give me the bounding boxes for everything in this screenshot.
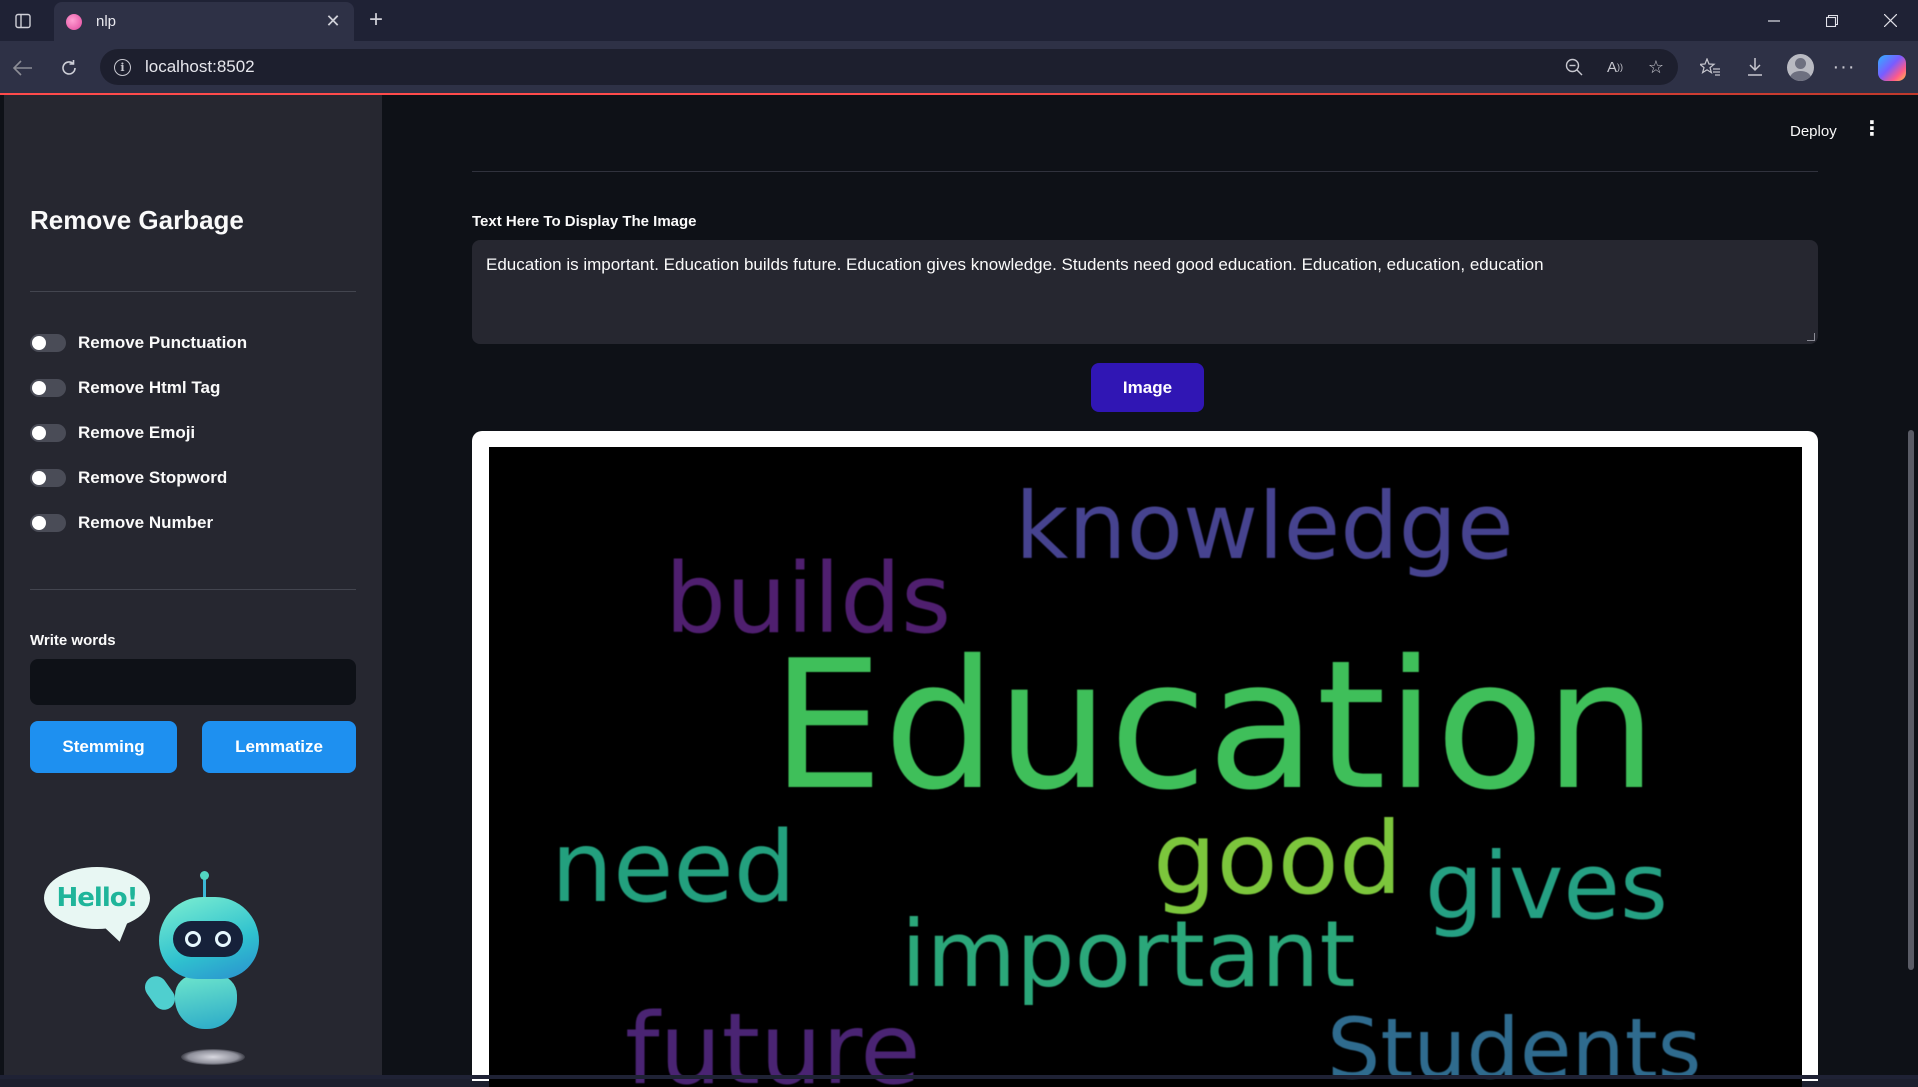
url-field[interactable]: i localhost:8502 [100, 49, 1678, 85]
divider [472, 171, 1818, 172]
toggle-label: Remove Number [78, 513, 214, 532]
browser-tab[interactable]: nlp ✕ [54, 2, 354, 41]
image-button[interactable]: Image [1091, 363, 1204, 412]
wordcloud-word: knowledge [1015, 473, 1514, 580]
write-words-label: Write words [30, 632, 116, 649]
minimize-icon[interactable] [1746, 0, 1802, 41]
window-bottom-edge [0, 1075, 1918, 1079]
toggle-remove-stopword[interactable]: Remove Stopword [30, 468, 227, 488]
toggle-switch[interactable] [30, 379, 66, 397]
close-icon[interactable]: ✕ [324, 11, 342, 32]
wordcloud-word: important [901, 901, 1356, 1008]
resize-handle-icon[interactable] [1807, 333, 1815, 341]
toggle-label: Remove Html Tag [78, 378, 221, 397]
plus-icon[interactable]: + [362, 6, 390, 34]
page-scrollbar[interactable] [1908, 430, 1914, 970]
more-icon[interactable]: ··· [1830, 53, 1858, 81]
brain-icon [66, 13, 82, 30]
profile-icon[interactable] [1787, 54, 1814, 81]
reload-icon[interactable] [54, 53, 84, 83]
sidebar-toggle-icon[interactable] [0, 0, 46, 41]
text-area-value: Education is important. Education builds… [486, 255, 1544, 274]
sidebar: Remove Garbage Remove Punctuation Remove… [4, 95, 382, 1075]
wordcloud-word: need [551, 811, 796, 925]
toggle-switch[interactable] [30, 514, 66, 532]
toggle-remove-punctuation[interactable]: Remove Punctuation [30, 333, 247, 353]
app-container: Remove Garbage Remove Punctuation Remove… [0, 95, 1918, 1087]
star-icon[interactable]: ☆ [1642, 53, 1670, 81]
copilot-icon[interactable] [1878, 55, 1906, 81]
toggle-switch[interactable] [30, 334, 66, 352]
text-area-label: Text Here To Display The Image [472, 213, 697, 230]
address-bar: i localhost:8502 A)) ☆ ··· [0, 41, 1918, 93]
wordcloud-word: Education [771, 622, 1658, 829]
divider [30, 291, 356, 292]
toggle-remove-number[interactable]: Remove Number [30, 513, 213, 533]
favorites-icon[interactable] [1696, 53, 1724, 81]
toggle-remove-html-tag[interactable]: Remove Html Tag [30, 378, 220, 398]
toggle-remove-emoji[interactable]: Remove Emoji [30, 423, 195, 443]
read-aloud-icon[interactable]: A)) [1601, 53, 1629, 81]
deploy-button[interactable]: Deploy [1790, 123, 1837, 140]
stemming-button[interactable]: Stemming [30, 721, 177, 773]
toggle-switch[interactable] [30, 469, 66, 487]
url-text: localhost:8502 [145, 57, 255, 76]
wordcloud-word: gives [1425, 833, 1668, 940]
wordcloud-image: knowledge builds Education need good giv… [489, 447, 1802, 1087]
robot-icon [140, 871, 259, 1065]
toggle-label: Remove Stopword [78, 468, 228, 487]
text-input-area[interactable]: Education is important. Education builds… [472, 240, 1818, 344]
hello-text: Hello! [56, 883, 139, 913]
download-icon[interactable] [1741, 53, 1769, 81]
lemmatize-button[interactable]: Lemmatize [202, 721, 356, 773]
write-words-input[interactable] [30, 659, 356, 705]
speech-bubble: Hello! [44, 867, 150, 929]
tab-title: nlp [96, 13, 117, 30]
back-arrow-icon[interactable] [8, 53, 38, 83]
wordcloud-word: good [1153, 800, 1403, 917]
browser-tab-bar: nlp ✕ + [0, 0, 1918, 41]
info-icon[interactable]: i [114, 58, 131, 76]
vertical-dots-icon[interactable]: ⋮ [1862, 119, 1882, 139]
zoom-out-icon[interactable] [1560, 53, 1588, 81]
window-close-icon[interactable] [1862, 0, 1918, 41]
toggle-switch[interactable] [30, 424, 66, 442]
divider [30, 589, 356, 590]
app-header [382, 95, 1918, 175]
robot-illustration: Hello! [44, 867, 274, 1067]
sidebar-title: Remove Garbage [30, 205, 244, 235]
restore-icon[interactable] [1804, 0, 1860, 41]
toggle-label: Remove Emoji [78, 423, 196, 442]
toggle-label: Remove Punctuation [78, 333, 248, 352]
